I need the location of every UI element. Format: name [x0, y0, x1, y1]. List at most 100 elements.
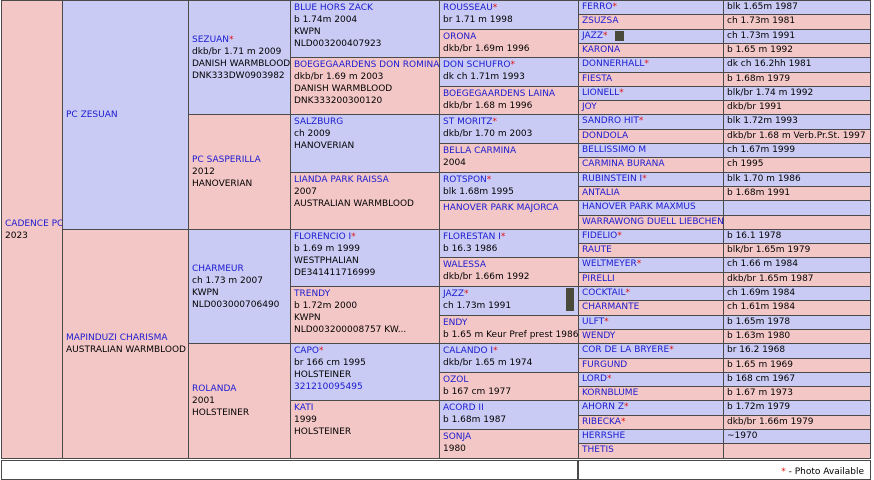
horse-name-link[interactable]: COR DE LA BRYERE [582, 345, 669, 355]
horse-detail: ch 1995 [727, 159, 764, 169]
horse-detail: DANISH WARMBLOOD [294, 84, 393, 94]
horse-name-link[interactable]: FERRO [582, 2, 612, 12]
pedigree-cell: DONDOLA [578, 129, 724, 144]
horse-detail: b 1.74m 2004 [294, 15, 358, 25]
horse-detail: b 1.72m 1979 [727, 402, 791, 412]
pedigree-cell: FURGUND [578, 358, 724, 373]
horse-name-link[interactable]: ROUSSEAU [443, 3, 493, 13]
pedigree-cell: LIANDA PARK RAISSA 2007 AUSTRALIAN WARMBLO… [290, 172, 440, 230]
pedigree-cell: dkb/br 1.66m 1979 [723, 415, 871, 430]
pedigree-cell: b 1.68m 1979 [723, 72, 871, 87]
horse-name-link[interactable]: PIRELLI [582, 274, 615, 284]
horse-name-link[interactable]: DONDOLA [582, 131, 628, 141]
horse-detail: b 16.1 1978 [727, 231, 782, 241]
horse-detail: dkb/br 1.66m 1992 [443, 272, 530, 282]
horse-name-link[interactable]: AHORN Z [582, 402, 624, 412]
horse-name-link[interactable]: CHARMANTE [582, 302, 639, 312]
horse-name-link[interactable]: TRENDY [294, 289, 330, 299]
horse-name-link[interactable]: CAPO [294, 346, 319, 356]
horse-name-link[interactable]: FIESTA [582, 74, 612, 84]
pedigree-cell: ORONA dkb/br 1.69m 1996 [439, 29, 579, 58]
pedigree-cell: ULFT* [578, 315, 724, 330]
horse-name-link[interactable]: JOY [582, 102, 597, 112]
horse-name-link[interactable]: ULFT [582, 317, 604, 327]
horse-name-link[interactable]: ACORD II [443, 403, 484, 413]
horse-name-link[interactable]: ENDY [443, 318, 467, 328]
horse-name-link[interactable]: WENDY [582, 331, 615, 341]
horse-name-link[interactable]: LIANDA PARK RAISSA [294, 175, 389, 185]
horse-name-link[interactable]: CALANDO I [443, 346, 493, 356]
horse-name-link[interactable]: BOEGEGAARDENS LAINA [443, 89, 555, 99]
photo-available-marker: * [492, 3, 498, 13]
horse-name-link[interactable]: SEZUAN [192, 35, 229, 45]
pedigree-cell: HANOVER PARK MAXMUS [578, 200, 724, 216]
horse-name-link[interactable]: HANOVER PARK MAJORCA [443, 203, 558, 213]
horse-name-link[interactable]: KORNBLUME [582, 388, 638, 398]
horse-name-link[interactable]: ZSUZSA [582, 16, 619, 26]
horse-name-link[interactable]: CADENCE PC [5, 219, 62, 229]
horse-name-link[interactable]: CARMINA BURANA [582, 159, 665, 169]
horse-name-link[interactable]: LORD [582, 374, 607, 384]
horse-detail: b 1.68m 1979 [727, 74, 791, 84]
horse-name-link[interactable]: BELLA CARMINA [443, 146, 516, 156]
horse-info: JAZZ* ch 1.73m 1991 [443, 288, 575, 312]
horse-detail: b 16.3 1986 [443, 244, 498, 254]
horse-name-link[interactable]: RIBECKA [582, 417, 621, 427]
pedigree-cell: WALESSA dkb/br 1.66m 1992 [439, 257, 579, 287]
horse-name-link[interactable]: BELLISSIMO M [582, 145, 646, 155]
horse-name-link[interactable]: ANTALIA [582, 188, 620, 198]
horse-info: FLORESTAN I* b 16.3 1986 [443, 231, 575, 255]
horse-name-link[interactable]: DONNERHALL [582, 59, 644, 69]
horse-name-link[interactable]: FURGUND [582, 360, 627, 370]
horse-name-link[interactable]: DON SCHUFRO [443, 60, 510, 70]
horse-detail: b 1.65m 1978 [727, 317, 791, 327]
horse-name-link[interactable]: HANOVER PARK MAXMUS [582, 202, 696, 212]
horse-name-link[interactable]: KATI [294, 403, 313, 413]
horse-name-link[interactable]: CHARMEUR [192, 264, 244, 274]
horse-name-link[interactable]: SONJA [443, 432, 471, 442]
horse-name-link[interactable]: FLORENCIO I [294, 232, 351, 242]
horse-name-link[interactable]: MAPINDUZI CHARISMA [66, 333, 168, 343]
photo-available-marker: * [229, 34, 234, 45]
horse-name-link[interactable]: HERRSHE [582, 431, 625, 441]
horse-detail: DNK333DW0903982 [192, 70, 285, 81]
horse-name-link[interactable]: OZOL [443, 375, 468, 385]
horse-info: ROTSPON* blk 1.68m 1995 [443, 174, 575, 198]
pedigree-cell [723, 200, 871, 216]
horse-name-link[interactable]: KARONA [582, 45, 620, 55]
horse-name-link[interactable]: PC ZESUAN [66, 110, 118, 120]
horse-name-link[interactable]: JAZZ [582, 31, 603, 41]
horse-name-link[interactable]: RAUTE [582, 245, 612, 255]
horse-detail: b 1.67 m 1973 [727, 388, 794, 398]
horse-name-link[interactable]: FIDELIO [582, 231, 617, 241]
horse-name-link[interactable]: LIONELL [582, 88, 619, 98]
horse-name-link[interactable]: WALESSA [443, 260, 486, 270]
horse-name-link[interactable]: BLUE HORS ZACK [294, 3, 373, 13]
horse-name-link[interactable]: JAZZ [443, 289, 464, 299]
horse-name-link[interactable]: ST MORITZ [443, 117, 493, 127]
horse-name-link[interactable]: COCKTAIL [582, 288, 625, 298]
horse-name-link[interactable]: ROLANDA [192, 384, 236, 394]
pedigree-chart: CADENCE PC 2023 PC ZESUAN MAPINDUZI CHARISM… [0, 0, 874, 480]
pedigree-cell: ch 1.61m 1984 [723, 300, 871, 316]
horse-detail: AUSTRALIAN WARMBLOOD [66, 345, 186, 355]
horse-name-link[interactable]: WELTMEYER [582, 259, 637, 269]
horse-name-link[interactable]: WARRAWONG DUELL LIEBCHEN [582, 217, 723, 227]
horse-name-link[interactable]: ROTSPON [443, 175, 487, 185]
horse-name-link[interactable]: SANDRO HIT [582, 116, 639, 126]
horse-name-link[interactable]: SALZBURG [294, 117, 343, 127]
horse-name-link[interactable]: PC SASPERILLA [192, 155, 261, 165]
horse-name-link[interactable]: ORONA [443, 32, 476, 42]
horse-detail: KWPN [294, 27, 321, 37]
pedigree-cell: HANOVER PARK MAJORCA [439, 200, 579, 230]
horse-detail: NLD003000706490 [192, 299, 280, 310]
pedigree-cell: CALANDO I* dkb/br 1.65 m 1974 [439, 343, 579, 373]
horse-detail: b 1.68m 1991 [727, 188, 791, 198]
horse-name-link[interactable]: FLORESTAN I [443, 232, 501, 242]
horse-name-link[interactable]: THETIS [582, 445, 614, 455]
pedigree-cell: ROTSPON* blk 1.68m 1995 [439, 172, 579, 201]
registration-link[interactable]: 321210095495 [294, 382, 363, 392]
horse-name-link[interactable]: RUBINSTEIN I [582, 174, 642, 184]
horse-name-link[interactable]: BOEGEGAARDENS DON ROMINA [294, 60, 439, 70]
horse-detail: br 1.71 m 1998 [443, 15, 513, 25]
